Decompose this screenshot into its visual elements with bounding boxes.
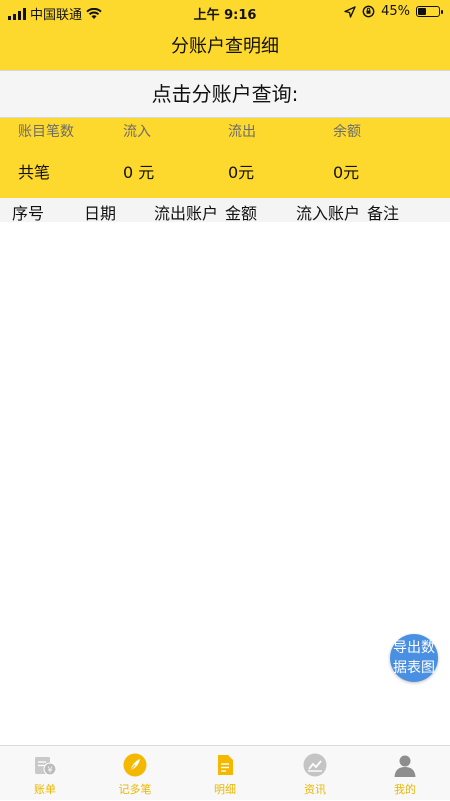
- battery-fill: [418, 8, 426, 15]
- column-date: 日期: [84, 204, 117, 223]
- summary-header-count: 账目笔数: [18, 124, 74, 140]
- column-outflow-account: 流出账户: [154, 204, 219, 223]
- table-body: [0, 222, 450, 745]
- summary-values: 共笔 0 元 0元 0元: [0, 159, 450, 182]
- export-chart-label-line2: 据表图: [393, 660, 435, 676]
- tab-detail-label: 明细: [214, 783, 236, 796]
- tab-detail[interactable]: 明细: [180, 746, 270, 801]
- person-icon: [394, 755, 416, 777]
- summary-header-outflow: 流出: [228, 124, 256, 140]
- tab-multi-record-label: 记多笔: [118, 783, 152, 796]
- column-inflow-account: 流入账户: [296, 204, 361, 223]
- tab-mine[interactable]: 我的: [360, 746, 450, 801]
- tab-news-label: 资讯: [304, 783, 326, 796]
- tab-bill-label: 账单: [34, 783, 56, 796]
- column-amount: 金额: [225, 204, 258, 223]
- tab-mine-label: 我的: [394, 783, 416, 796]
- summary-value-outflow: 0元: [228, 163, 255, 182]
- summary-panel: 账目笔数 流入 流出 余额 共笔 0 元 0元 0元: [0, 118, 450, 198]
- location-icon: [344, 5, 356, 18]
- summary-headers: 账目笔数 流入 流出 余额: [0, 121, 450, 141]
- status-right: 45%: [344, 4, 443, 19]
- account-query-label: 点击分账户查询:: [151, 82, 299, 106]
- summary-value-inflow: 0 元: [123, 163, 155, 182]
- column-index: 序号: [12, 204, 45, 223]
- table-header: 序号 日期 流出账户 金额 流入账户 备注: [0, 198, 450, 223]
- status-bar: 中国联通 上午 9:16 45%: [0, 0, 450, 24]
- tab-bill[interactable]: ¥ 账单: [0, 746, 90, 801]
- account-query-button[interactable]: 点击分账户查询:: [0, 70, 450, 118]
- summary-value-balance: 0元: [333, 163, 360, 182]
- tab-bar: ¥ 账单 记多笔 明细 资讯 我的: [0, 745, 450, 800]
- nav-bar: 分账户查明细: [0, 24, 450, 70]
- svg-text:¥: ¥: [47, 766, 52, 775]
- orientation-lock-icon: [362, 5, 375, 18]
- export-chart-label-line1: 导出数: [393, 640, 435, 656]
- feather-icon: [123, 753, 147, 777]
- summary-header-balance: 余额: [333, 124, 361, 140]
- export-chart-button[interactable]: 导出数 据表图: [390, 634, 438, 682]
- chart-icon: [303, 753, 327, 777]
- bill-icon: ¥: [35, 757, 57, 776]
- tab-news[interactable]: 资讯: [270, 746, 360, 801]
- tab-multi-record[interactable]: 记多笔: [90, 746, 180, 801]
- battery-icon: [416, 6, 443, 17]
- battery-percent: 45%: [381, 4, 410, 19]
- document-icon: [218, 755, 233, 775]
- summary-header-inflow: 流入: [123, 124, 151, 140]
- column-remark: 备注: [367, 204, 400, 223]
- page-title: 分账户查明细: [171, 36, 279, 57]
- summary-value-count: 共笔: [18, 163, 51, 182]
